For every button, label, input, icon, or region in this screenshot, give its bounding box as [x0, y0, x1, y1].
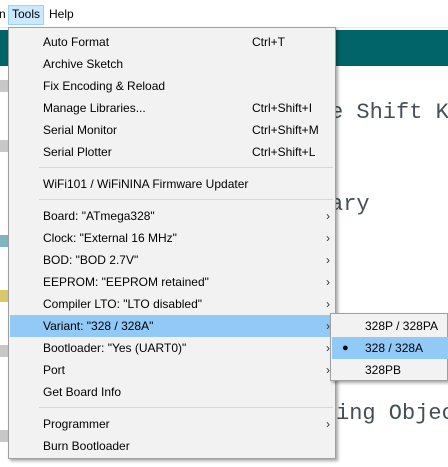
menu-tools[interactable]: Tools	[8, 5, 45, 25]
menu-item-compiler-lto[interactable]: Compiler LTO: "LTO disabled" ›	[10, 293, 334, 315]
chevron-right-icon: ›	[326, 209, 330, 223]
menu-help[interactable]: Help	[46, 5, 77, 23]
menu-item-burn-bootloader[interactable]: Burn Bootloader	[10, 435, 334, 457]
submenu-item-328[interactable]: ● 328 / 328A	[332, 337, 448, 359]
menu-item-port[interactable]: Port ›	[10, 359, 334, 381]
menu-item-label: Fix Encoding & Reload	[43, 79, 166, 93]
submenu-item-328p[interactable]: 328P / 328PA	[332, 315, 448, 337]
menu-item-label: Board: "ATmega328"	[43, 209, 155, 223]
chevron-right-icon: ›	[326, 231, 330, 245]
menu-separator	[39, 407, 333, 408]
menu-bar: n Tools Help	[0, 0, 448, 28]
menu-item-serial-monitor[interactable]: Serial Monitor Ctrl+Shift+M	[10, 119, 334, 141]
chevron-right-icon: ›	[326, 297, 330, 311]
gutter-marker	[0, 290, 8, 302]
menu-item-label: Bootloader: "Yes (UART0)"	[43, 341, 187, 355]
variant-submenu: 328P / 328PA ● 328 / 328A 328PB	[330, 313, 448, 381]
menu-item-label: Serial Plotter	[43, 145, 112, 159]
menu-item-label: Programmer	[43, 417, 110, 431]
menu-item-clock[interactable]: Clock: "External 16 MHz" ›	[10, 227, 334, 249]
menu-separator	[39, 167, 333, 168]
submenu-item-label: 328 / 328A	[365, 341, 424, 355]
menu-item-label: Archive Sketch	[43, 57, 124, 71]
menu-item-fix-encoding[interactable]: Fix Encoding & Reload	[10, 75, 334, 97]
chevron-right-icon: ›	[326, 275, 330, 289]
menu-item-eeprom[interactable]: EEPROM: "EEPROM retained" ›	[10, 271, 334, 293]
gutter-marker	[0, 140, 8, 152]
gutter-marker	[0, 80, 8, 92]
code-line: e Shift K	[330, 100, 448, 125]
menu-item-label: BOD: "BOD 2.7V"	[43, 253, 139, 267]
menu-item-bod[interactable]: BOD: "BOD 2.7V" ›	[10, 249, 334, 271]
menu-item-serial-plotter[interactable]: Serial Plotter Ctrl+Shift+L	[10, 141, 334, 163]
menu-item-label: Serial Monitor	[43, 123, 118, 137]
menu-item-shortcut: Ctrl+Shift+M	[252, 123, 319, 137]
editor-toolbar	[335, 30, 448, 66]
editor-toolbar-left	[0, 30, 8, 66]
menu-item-label: Port	[43, 363, 66, 377]
menu-item-bootloader[interactable]: Bootloader: "Yes (UART0)" ›	[10, 337, 334, 359]
gutter-marker	[0, 345, 8, 357]
submenu-item-label: 328PB	[365, 363, 402, 377]
menu-item-auto-format[interactable]: Auto Format Ctrl+T	[10, 31, 334, 53]
menu-item-manage-libraries[interactable]: Manage Libraries... Ctrl+Shift+I	[10, 97, 334, 119]
menu-item-archive-sketch[interactable]: Archive Sketch	[10, 53, 334, 75]
menu-item-label: Compiler LTO: "LTO disabled"	[43, 297, 203, 311]
menu-item-label: Burn Bootloader	[43, 439, 130, 453]
menu-item-get-board-info[interactable]: Get Board Info	[10, 381, 334, 403]
chevron-right-icon: ›	[326, 253, 330, 267]
menu-item-label: EEPROM: "EEPROM retained"	[43, 275, 209, 289]
tools-menu: Auto Format Ctrl+T Archive Sketch Fix En…	[8, 27, 336, 459]
menu-separator	[39, 199, 333, 200]
menu-item-shortcut: Ctrl+Shift+L	[252, 145, 316, 159]
radio-bullet-icon: ●	[342, 342, 349, 354]
gutter-marker	[0, 235, 8, 247]
menu-item-board[interactable]: Board: "ATmega328" ›	[10, 205, 334, 227]
submenu-item-label: 328P / 328PA	[365, 319, 438, 333]
submenu-item-328pb[interactable]: 328PB	[332, 359, 448, 381]
menu-item-shortcut: Ctrl+T	[252, 35, 285, 49]
menu-item-firmware-updater[interactable]: WiFi101 / WiFiNINA Firmware Updater	[10, 173, 334, 195]
menu-item-label: WiFi101 / WiFiNINA Firmware Updater	[43, 177, 249, 191]
chevron-right-icon: ›	[326, 417, 330, 431]
menu-item-label: Clock: "External 16 MHz"	[43, 231, 177, 245]
menu-item-label: Auto Format	[43, 35, 110, 49]
menu-item-shortcut: Ctrl+Shift+I	[252, 101, 313, 115]
code-line: ing Object	[336, 401, 448, 426]
menu-item-programmer[interactable]: Programmer ›	[10, 413, 334, 435]
menu-item-label: Variant: "328 / 328A"	[43, 319, 154, 333]
gutter-marker	[0, 430, 8, 442]
menu-item-label: Manage Libraries...	[43, 101, 146, 115]
menu-item-variant[interactable]: Variant: "328 / 328A" ›	[10, 315, 334, 337]
menu-item-label: Get Board Info	[43, 385, 122, 399]
